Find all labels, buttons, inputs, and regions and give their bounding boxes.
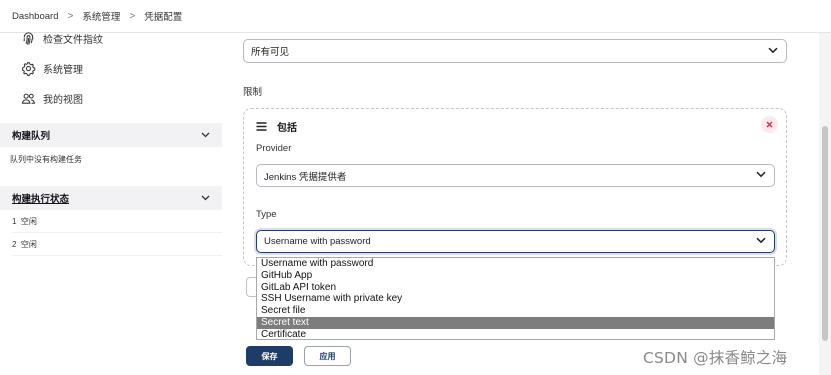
watermark: CSDN @抹香鲸之海 (643, 349, 788, 367)
dropdown-option[interactable]: GitLab API token (257, 282, 774, 294)
executor-row: 1 空闲 (12, 210, 222, 233)
dropdown-option[interactable]: GitHub App (257, 270, 774, 282)
dropdown-option[interactable]: Username with password (257, 258, 774, 270)
chevron-down-icon (756, 236, 766, 247)
scrollbar-thumb[interactable] (822, 126, 828, 341)
dropdown-option[interactable]: Certificate (257, 329, 774, 341)
breadcrumb-separator: > (67, 10, 74, 22)
executor-row-label: 1 空闲 (12, 216, 37, 226)
provider-select[interactable]: Jenkins 凭据提供者 (256, 164, 775, 187)
sidebar-item-my-views[interactable]: 我的视图 (20, 90, 83, 106)
executor-row: 2 空闲 (12, 233, 222, 256)
close-button[interactable] (761, 116, 778, 133)
save-button[interactable]: 保存 (246, 346, 293, 366)
dropdown-option[interactable]: SSH Username with private key (257, 293, 774, 305)
executor-status-header[interactable]: 构建执行状态 (0, 186, 222, 210)
chevron-down-icon[interactable] (201, 130, 210, 141)
build-queue-body: 队列中没有构建任务 (0, 147, 222, 172)
executor-row-label: 2 空闲 (12, 239, 37, 249)
type-select-value: Username with password (264, 236, 371, 247)
sidebar-item-label: 我的视图 (43, 94, 83, 106)
executor-status-title[interactable]: 构建执行状态 (12, 191, 69, 205)
visibility-select[interactable]: 所有可见 (243, 39, 787, 63)
breadcrumb: Dashboard > 系统管理 > 凭据配置 (0, 0, 831, 33)
chevron-down-icon (768, 46, 778, 57)
visibility-select-value: 所有可见 (251, 47, 290, 58)
drag-handle-icon[interactable] (256, 122, 267, 131)
executor-list: 1 空闲 2 空闲 (0, 210, 222, 256)
dropdown-option-highlighted[interactable]: Secret text (257, 316, 774, 329)
people-icon (20, 90, 36, 106)
build-queue-panel: 构建队列 队列中没有构建任务 (0, 123, 222, 172)
sidebar-item-fingerprint[interactable]: 检查文件指纹 (20, 30, 103, 46)
fingerprint-icon (20, 30, 36, 46)
type-label: Type (256, 209, 277, 220)
executor-status-panel: 构建执行状态 1 空闲 2 空闲 (0, 186, 222, 256)
breadcrumb-credentials-config[interactable]: 凭据配置 (144, 9, 182, 23)
breadcrumb-dashboard[interactable]: Dashboard (12, 11, 58, 22)
dropdown-option[interactable]: Secret file (257, 305, 774, 317)
type-dropdown-list: Username with password GitHub App GitLab… (256, 257, 775, 340)
apply-button[interactable]: 应用 (304, 346, 351, 366)
build-queue-empty-text: 队列中没有构建任务 (10, 155, 82, 164)
close-icon (766, 121, 773, 128)
chevron-down-icon[interactable] (201, 193, 210, 204)
sidebar-item-label: 检查文件指纹 (43, 34, 103, 46)
sidebar-item-label: 系统管理 (43, 64, 83, 76)
gear-icon (20, 60, 36, 76)
restriction-label: 限制 (243, 87, 263, 98)
include-section-header: 包括 (256, 119, 297, 134)
breadcrumb-system-management[interactable]: 系统管理 (82, 9, 120, 23)
provider-select-value: Jenkins 凭据提供者 (264, 171, 347, 183)
breadcrumb-separator: > (129, 10, 136, 22)
type-select[interactable]: Username with password (256, 230, 775, 253)
provider-label: Provider (256, 143, 292, 154)
include-section-title: 包括 (277, 123, 297, 134)
sidebar-item-system-management[interactable]: 系统管理 (20, 60, 83, 76)
build-queue-header[interactable]: 构建队列 (0, 123, 222, 147)
build-queue-title: 构建队列 (12, 131, 51, 142)
chevron-down-icon (756, 170, 766, 181)
